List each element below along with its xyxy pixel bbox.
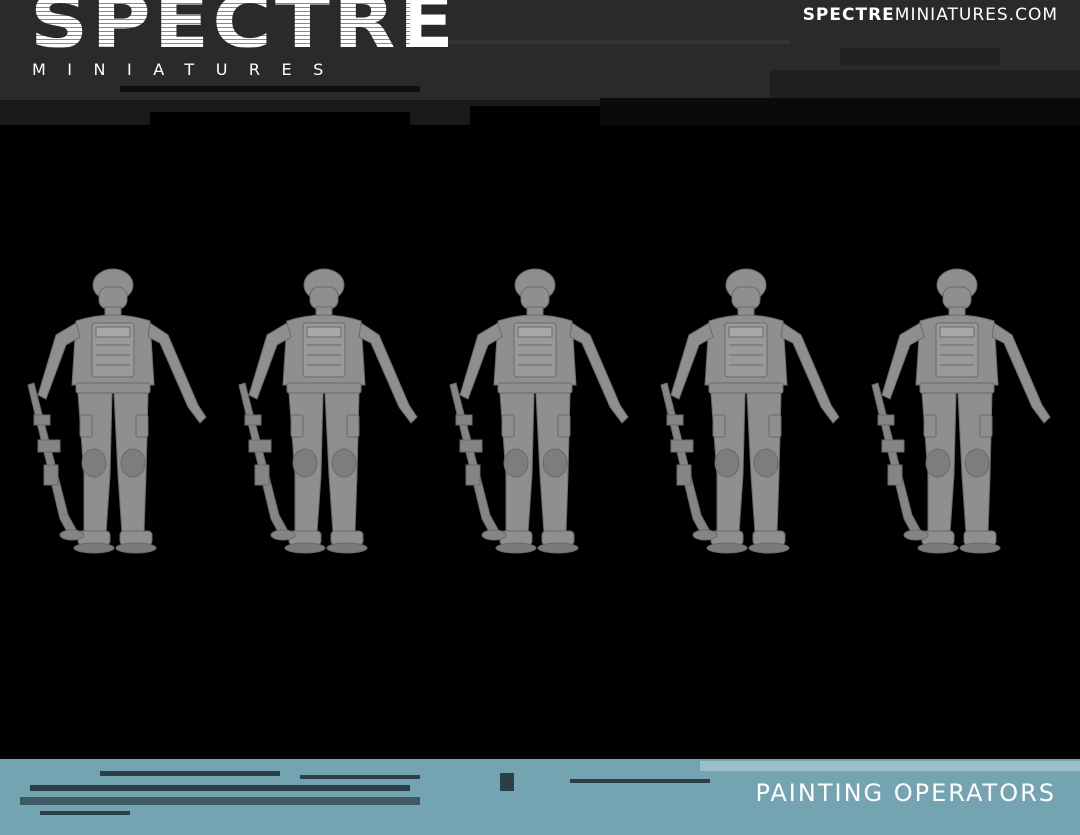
glitch-bar <box>770 70 1080 100</box>
logo-subtitle: MINIATURES <box>32 60 345 79</box>
glitch-bar <box>500 773 514 791</box>
glitch-bar <box>150 112 410 125</box>
glitch-bar <box>100 771 280 776</box>
operator-miniature-icon <box>8 265 218 565</box>
glitch-bar <box>570 779 710 783</box>
site-url: SPECTREMINIATURES.COM <box>803 7 1058 24</box>
footer-title: PAINTING OPERATORS <box>755 779 1056 807</box>
glitch-bar <box>30 785 410 791</box>
operator-miniature-icon <box>641 265 851 565</box>
glitch-bar <box>0 753 1080 759</box>
glitch-bar <box>430 40 790 44</box>
header-banner: SPECTRE MINIATURES SPECTREMINIATURES.COM <box>0 0 1080 125</box>
miniature-lineup <box>0 125 1080 753</box>
operator-miniature-icon <box>219 265 429 565</box>
operator-miniature-icon <box>430 265 640 565</box>
glitch-bar <box>600 98 1080 125</box>
site-url-domain: MINIATURES.COM <box>894 5 1058 25</box>
glitch-bar <box>300 775 420 779</box>
site-url-brand: SPECTRE <box>802 5 895 25</box>
glitch-bar <box>700 761 1080 771</box>
glitch-bar <box>840 48 1000 66</box>
glitch-bar <box>20 797 420 805</box>
footer-banner: PAINTING OPERATORS <box>0 753 1080 835</box>
operator-miniature-icon <box>852 265 1062 565</box>
glitch-bar <box>40 811 130 815</box>
logo-wordmark: SPECTRE <box>30 0 458 64</box>
glitch-bar <box>120 86 420 92</box>
glitch-bar <box>470 106 610 125</box>
